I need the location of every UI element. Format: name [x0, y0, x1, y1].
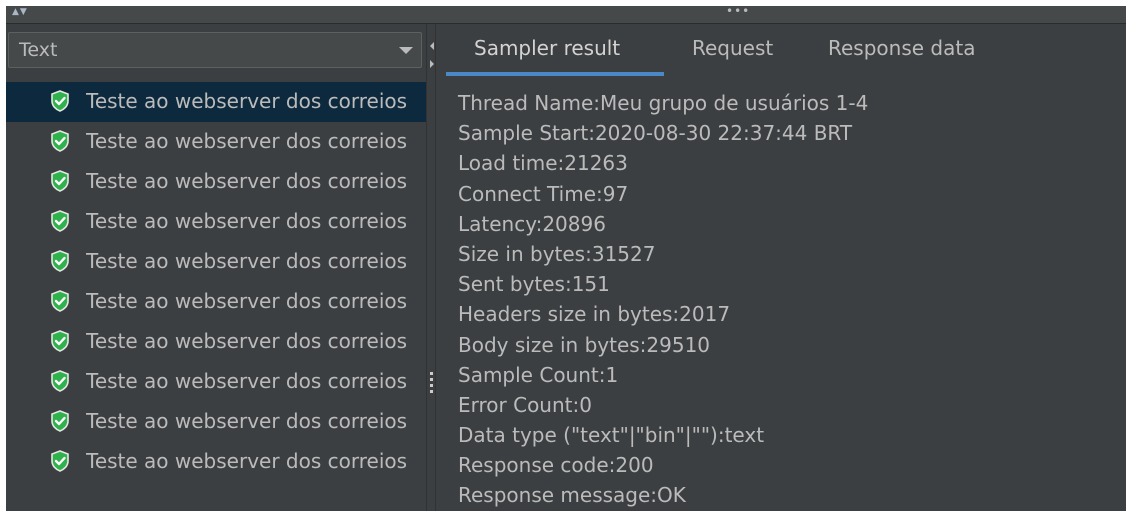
- sort-arrows-icon[interactable]: ▲▼: [12, 7, 28, 17]
- splitter-grip-icon[interactable]: [430, 372, 433, 396]
- response-message-line: Response message:OK: [458, 483, 686, 508]
- renderer-selected-value: Text: [19, 39, 58, 61]
- success-shield-icon: [51, 130, 69, 152]
- result-label: Teste ao webserver dos correios: [86, 249, 408, 273]
- chevron-down-icon: [399, 47, 413, 54]
- response-code-line: Response code:200: [458, 453, 654, 478]
- result-row[interactable]: Teste ao webserver dos correios: [6, 362, 426, 402]
- error-count-line: Error Count:0: [458, 392, 592, 417]
- result-label: Teste ao webserver dos correios: [86, 129, 408, 153]
- tab-request[interactable]: Request: [692, 36, 773, 76]
- active-tab-indicator: [446, 72, 664, 76]
- result-label: Teste ao webserver dos correios: [86, 169, 408, 193]
- drag-handle-icon[interactable]: •••: [726, 6, 750, 18]
- top-strip: ▲▼ •••: [6, 6, 1126, 24]
- collapse-left-icon[interactable]: [430, 42, 434, 50]
- sample-start-line: Sample Start:2020-08-30 22:37:44 BRT: [458, 121, 853, 146]
- renderer-dropdown[interactable]: Text: [8, 32, 422, 68]
- result-row[interactable]: Teste ao webserver dos correios: [6, 322, 426, 362]
- result-label: Teste ao webserver dos correios: [86, 369, 408, 393]
- detail-tabs: Sampler result Request Response data: [446, 24, 1126, 76]
- result-row[interactable]: Teste ao webserver dos correios: [6, 162, 426, 202]
- sample-count-line: Sample Count:1: [458, 362, 619, 387]
- results-tree-window: ▲▼ ••• Text Teste ao webserver dos corre…: [6, 6, 1126, 511]
- success-shield-icon: [51, 250, 69, 272]
- result-label: Teste ao webserver dos correios: [86, 289, 408, 313]
- success-shield-icon: [51, 90, 69, 112]
- expand-right-icon[interactable]: [430, 60, 434, 68]
- tab-response-data[interactable]: Response data: [828, 36, 975, 76]
- size-in-bytes-line: Size in bytes:31527: [458, 241, 656, 266]
- success-shield-icon: [51, 410, 69, 432]
- result-detail-panel: Sampler result Request Response data Thr…: [436, 24, 1126, 511]
- panel-splitter[interactable]: [426, 24, 436, 511]
- result-label: Teste ao webserver dos correios: [86, 329, 408, 353]
- results-tree: Teste ao webserver dos correios Teste ao…: [6, 82, 426, 482]
- result-row[interactable]: Teste ao webserver dos correios: [6, 82, 426, 122]
- result-row[interactable]: Teste ao webserver dos correios: [6, 202, 426, 242]
- success-shield-icon: [51, 210, 69, 232]
- headers-size-line: Headers size in bytes:2017: [458, 302, 731, 327]
- success-shield-icon: [51, 370, 69, 392]
- sampler-result-text: Thread Name:Meu grupo de usuários 1-4 Sa…: [458, 88, 868, 511]
- data-type-line: Data type ("text"|"bin"|""):text: [458, 423, 765, 448]
- latency-line: Latency:20896: [458, 211, 606, 236]
- result-label: Teste ao webserver dos correios: [86, 209, 408, 233]
- sent-bytes-line: Sent bytes:151: [458, 272, 610, 297]
- result-row[interactable]: Teste ao webserver dos correios: [6, 122, 426, 162]
- connect-time-line: Connect Time:97: [458, 181, 629, 206]
- success-shield-icon: [51, 450, 69, 472]
- result-row[interactable]: Teste ao webserver dos correios: [6, 402, 426, 442]
- thread-name-line: Thread Name:Meu grupo de usuários 1-4: [458, 91, 869, 115]
- result-row[interactable]: Teste ao webserver dos correios: [6, 282, 426, 322]
- results-list-panel: Text Teste ao webserver dos correios Tes…: [6, 24, 426, 511]
- tab-sampler-result[interactable]: Sampler result: [474, 36, 620, 76]
- body-size-line: Body size in bytes:29510: [458, 332, 711, 357]
- success-shield-icon: [51, 290, 69, 312]
- result-row[interactable]: Teste ao webserver dos correios: [6, 442, 426, 482]
- success-shield-icon: [51, 170, 69, 192]
- result-label: Teste ao webserver dos correios: [86, 409, 408, 433]
- result-label: Teste ao webserver dos correios: [86, 449, 408, 473]
- result-label: Teste ao webserver dos correios: [86, 89, 408, 113]
- load-time-line: Load time:21263: [458, 151, 628, 176]
- result-row[interactable]: Teste ao webserver dos correios: [6, 242, 426, 282]
- success-shield-icon: [51, 330, 69, 352]
